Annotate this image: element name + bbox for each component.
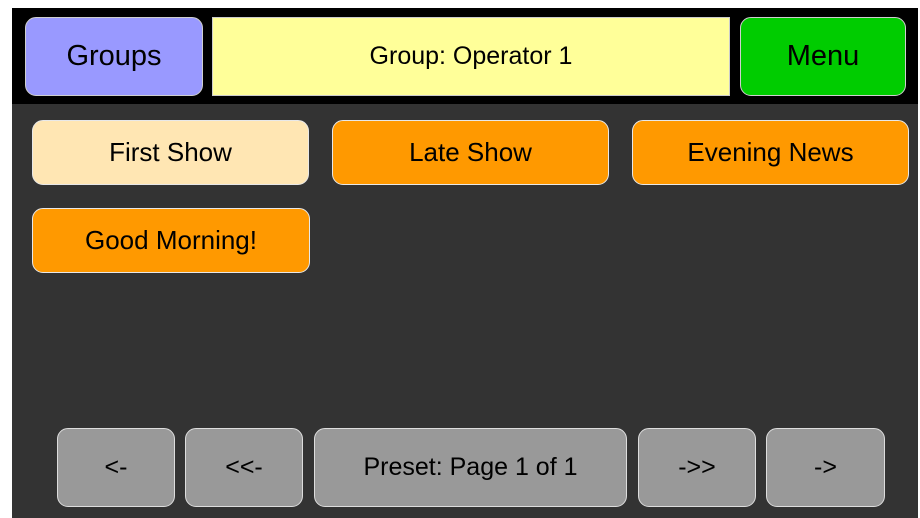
preset-good-morning-button[interactable]: Good Morning!: [32, 208, 310, 273]
first-page-button[interactable]: <<-: [185, 428, 303, 507]
group-title: Group: Operator 1: [212, 17, 730, 96]
preset-late-show-button[interactable]: Late Show: [332, 120, 609, 185]
next-page-button[interactable]: ->: [766, 428, 885, 507]
groups-button[interactable]: Groups: [25, 17, 203, 96]
page-indicator: Preset: Page 1 of 1: [314, 428, 627, 507]
menu-button[interactable]: Menu: [740, 17, 906, 96]
preset-first-show-button[interactable]: First Show: [32, 120, 309, 185]
prev-page-button[interactable]: <-: [57, 428, 175, 507]
last-page-button[interactable]: ->>: [638, 428, 756, 507]
preset-evening-news-button[interactable]: Evening News: [632, 120, 909, 185]
